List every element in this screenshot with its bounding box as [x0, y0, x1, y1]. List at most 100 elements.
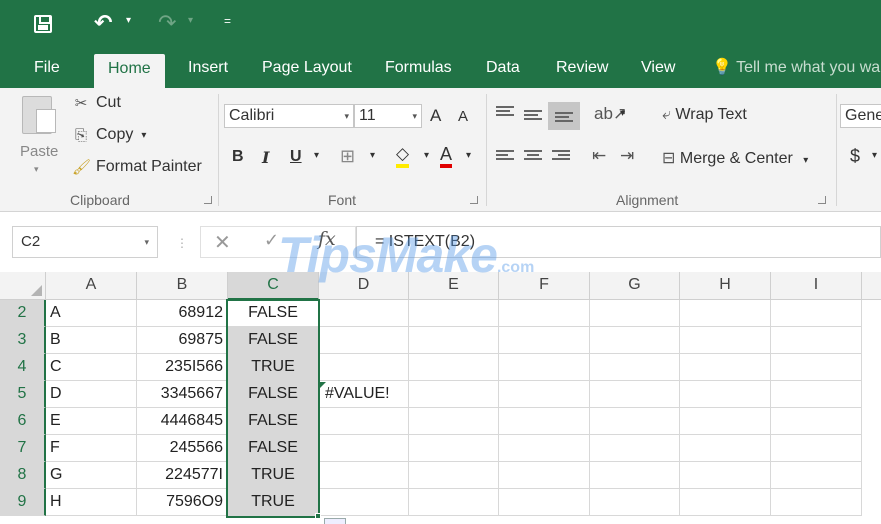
cell-a5[interactable]: D: [46, 381, 137, 408]
cell-h7[interactable]: [680, 435, 771, 462]
font-name-combo[interactable]: Calibri ▾: [224, 104, 354, 128]
error-indicator-icon[interactable]: [320, 382, 326, 388]
cell-d2[interactable]: [319, 300, 409, 327]
column-header-j[interactable]: [862, 272, 881, 300]
font-color-button[interactable]: A: [440, 144, 453, 168]
cell-c9[interactable]: TRUE: [228, 489, 319, 516]
cell-g6[interactable]: [590, 408, 680, 435]
cell-g9[interactable]: [590, 489, 680, 516]
top-align-icon[interactable]: [496, 106, 514, 120]
cell-h2[interactable]: [680, 300, 771, 327]
cell-f7[interactable]: [499, 435, 590, 462]
cell-i8[interactable]: [771, 462, 862, 489]
paste-dropdown-icon[interactable]: ▾: [34, 164, 39, 175]
cell-f5[interactable]: [499, 381, 590, 408]
align-right-icon[interactable]: [552, 150, 570, 164]
cell-d6[interactable]: [319, 408, 409, 435]
merge-center-button[interactable]: ⊟ Merge & Center ▾: [662, 148, 808, 168]
cell-c7[interactable]: FALSE: [228, 435, 319, 462]
cell-i6[interactable]: [771, 408, 862, 435]
cell-e6[interactable]: [409, 408, 499, 435]
underline-button[interactable]: U: [290, 148, 302, 166]
cell-i7[interactable]: [771, 435, 862, 462]
cell-b5[interactable]: 3345667: [137, 381, 228, 408]
row-header-7[interactable]: 7: [0, 435, 46, 462]
paste-icon[interactable]: [22, 96, 56, 134]
cell-b8[interactable]: 224577I: [137, 462, 228, 489]
column-header-b[interactable]: B: [137, 272, 228, 300]
row-header-8[interactable]: 8: [0, 462, 46, 489]
select-all-button[interactable]: [0, 272, 46, 300]
cell-a8[interactable]: G: [46, 462, 137, 489]
cell-i3[interactable]: [771, 327, 862, 354]
undo-dropdown-icon[interactable]: ▾: [126, 15, 131, 26]
cell-g2[interactable]: [590, 300, 680, 327]
column-header-a[interactable]: A: [46, 272, 137, 300]
row-header-9[interactable]: 9: [0, 489, 46, 516]
alignment-launcher-icon[interactable]: [818, 196, 826, 204]
copy-dropdown-icon[interactable]: ▾: [141, 130, 146, 141]
cell-d8[interactable]: [319, 462, 409, 489]
quick-analysis-icon[interactable]: [324, 518, 346, 524]
cell-h6[interactable]: [680, 408, 771, 435]
currency-dropdown-icon[interactable]: ▾: [872, 150, 877, 161]
cell-b2[interactable]: 68912: [137, 300, 228, 327]
grow-font-button[interactable]: A: [430, 106, 441, 126]
cell-b4[interactable]: 235I566: [137, 354, 228, 381]
column-header-i[interactable]: I: [771, 272, 862, 300]
cell-e2[interactable]: [409, 300, 499, 327]
tab-insert[interactable]: Insert: [188, 48, 228, 88]
cell-e7[interactable]: [409, 435, 499, 462]
customize-qat-icon[interactable]: =: [224, 14, 231, 28]
clipboard-launcher-icon[interactable]: [204, 196, 212, 204]
cell-a6[interactable]: E: [46, 408, 137, 435]
cell-b9[interactable]: 7596O9: [137, 489, 228, 516]
cell-g4[interactable]: [590, 354, 680, 381]
row-header-4[interactable]: 4: [0, 354, 46, 381]
format-painter-button[interactable]: 🖌 Format Painter: [72, 158, 202, 176]
decrease-indent-icon[interactable]: ⇤: [592, 146, 606, 166]
tab-file[interactable]: File: [34, 48, 60, 88]
cell-h8[interactable]: [680, 462, 771, 489]
cell-a7[interactable]: F: [46, 435, 137, 462]
cell-c2[interactable]: FALSE: [228, 300, 319, 327]
cell-d4[interactable]: [319, 354, 409, 381]
cell-h5[interactable]: [680, 381, 771, 408]
wrap-text-button[interactable]: ⤶ Wrap Text: [662, 106, 747, 124]
cell-i2[interactable]: [771, 300, 862, 327]
undo-icon[interactable]: ↶: [94, 10, 112, 36]
font-launcher-icon[interactable]: [470, 196, 478, 204]
row-header-5[interactable]: 5: [0, 381, 46, 408]
row-header-2[interactable]: 2: [0, 300, 46, 327]
fill-color-icon[interactable]: ◇: [396, 144, 410, 168]
cell-f2[interactable]: [499, 300, 590, 327]
fill-handle[interactable]: [315, 513, 321, 519]
cell-d7[interactable]: [319, 435, 409, 462]
fill-color-dropdown-icon[interactable]: ▾: [424, 150, 429, 161]
cancel-icon[interactable]: ✕: [214, 230, 231, 255]
orientation-dropdown-icon[interactable]: ▾: [620, 108, 625, 119]
italic-button[interactable]: I: [262, 148, 269, 167]
cell-g8[interactable]: [590, 462, 680, 489]
cell-i9[interactable]: [771, 489, 862, 516]
cell-a2[interactable]: A: [46, 300, 137, 327]
redo-dropdown-icon[interactable]: ▾: [188, 15, 193, 26]
copy-button[interactable]: ⎘ Copy ▾: [72, 126, 146, 144]
cell-e3[interactable]: [409, 327, 499, 354]
cell-h4[interactable]: [680, 354, 771, 381]
font-color-dropdown-icon[interactable]: ▾: [466, 150, 471, 161]
column-header-g[interactable]: G: [590, 272, 680, 300]
merge-dropdown-icon[interactable]: ▾: [803, 155, 808, 166]
tab-home[interactable]: Home: [94, 54, 165, 88]
cell-e4[interactable]: [409, 354, 499, 381]
cell-f4[interactable]: [499, 354, 590, 381]
grip-icon[interactable]: ⋮: [176, 236, 188, 250]
cell-d9[interactable]: [319, 489, 409, 516]
cut-button[interactable]: ✂ Cut: [72, 94, 121, 112]
cell-f3[interactable]: [499, 327, 590, 354]
cell-c5[interactable]: FALSE: [228, 381, 319, 408]
bottom-align-button[interactable]: [548, 102, 580, 130]
enter-icon[interactable]: ✓: [264, 230, 279, 251]
cell-e8[interactable]: [409, 462, 499, 489]
name-box[interactable]: C2 ▾: [12, 226, 158, 258]
